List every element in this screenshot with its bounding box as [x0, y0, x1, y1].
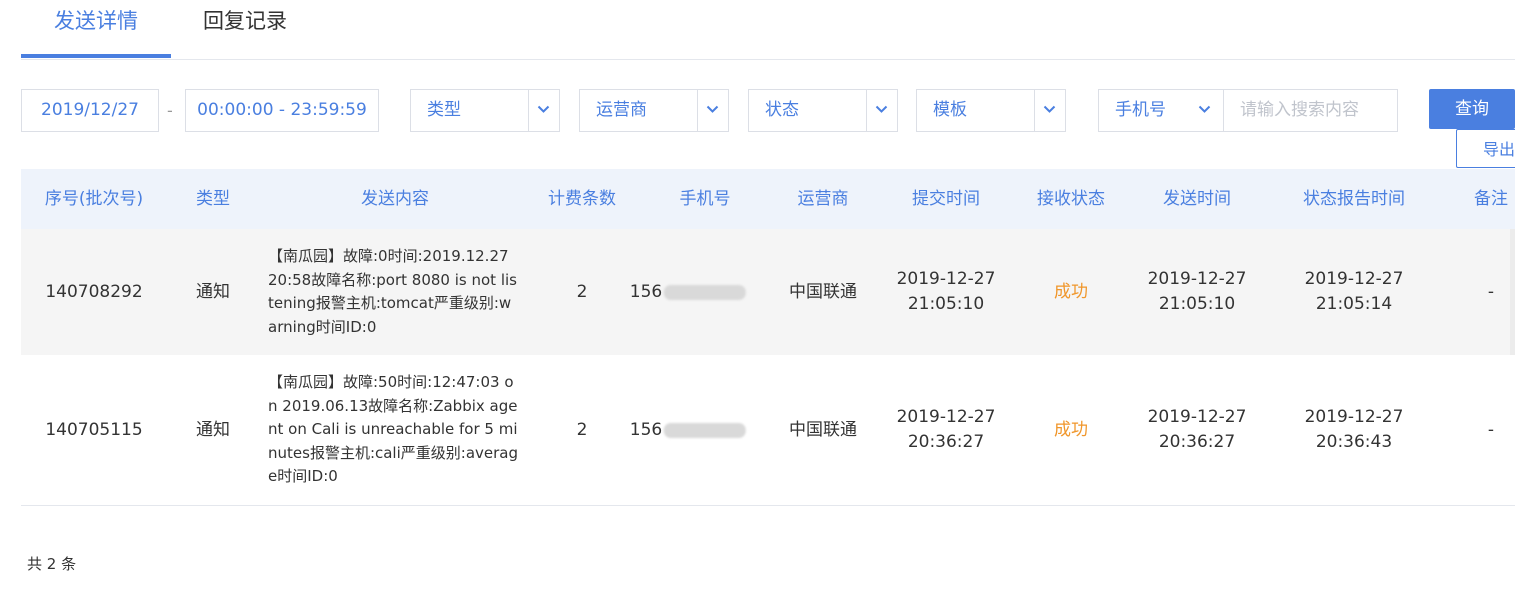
cell-phone: 156 [629, 229, 747, 355]
cell-submit-time: 2019-12-27 21:05:10 [897, 229, 996, 355]
report-time: 20:36:43 [1315, 432, 1393, 452]
cell-id: 140705115 [45, 419, 143, 440]
phone-prefix: 156 [629, 419, 663, 440]
search-field-label: 手机号 [1115, 100, 1166, 120]
search-input[interactable]: 请输入搜索内容 [1223, 89, 1398, 132]
cell-send-time: 2019-12-27 20:36:27 [1148, 355, 1247, 505]
cell-content: 【南瓜园】故障:50时间:12:47:03 on 2019.06.13故障名称:… [268, 355, 520, 505]
submit-date: 2019-12-27 [896, 269, 996, 289]
status-select-label: 状态 [765, 100, 799, 120]
phone-prefix: 156 [629, 281, 663, 302]
cell-id: 140708292 [45, 281, 143, 302]
date-picker[interactable]: 2019/12/27 [21, 89, 159, 132]
cell-content: 【南瓜园】故障:0时间:2019.12.27 20:58故障名称:port 80… [268, 229, 520, 355]
cell-report-time: 2019-12-27 21:05:14 [1305, 229, 1404, 355]
chevron-down-icon[interactable] [866, 90, 897, 131]
search-field-select[interactable]: 手机号 [1098, 89, 1224, 132]
tab-send-detail[interactable]: 发送详情 [21, 0, 171, 58]
chevron-down-icon[interactable] [697, 90, 728, 131]
carrier-select[interactable]: 运营商 [579, 89, 729, 132]
report-time: 21:05:14 [1315, 294, 1393, 314]
cell-count: 2 [576, 419, 588, 440]
report-date: 2019-12-27 [1304, 407, 1404, 427]
time-range-picker[interactable]: 00:00:00 - 23:59:59 [185, 89, 379, 132]
header-count: 计费条数 [548, 189, 616, 209]
cell-content-text: 【南瓜园】故障:50时间:12:47:03 on 2019.06.13故障名称:… [268, 373, 518, 486]
header-content: 发送内容 [361, 189, 429, 209]
cell-carrier: 中国联通 [789, 281, 857, 302]
header-phone: 手机号 [679, 189, 731, 209]
tab-reply-records[interactable]: 回复记录 [203, 0, 287, 58]
send-time: 21:05:10 [1158, 294, 1236, 314]
header-carrier: 运营商 [797, 189, 849, 209]
range-separator: - [167, 101, 173, 120]
cell-remark: - [1487, 419, 1495, 440]
template-select[interactable]: 模板 [916, 89, 1066, 132]
header-type: 类型 [196, 189, 230, 209]
chevron-down-icon [1198, 105, 1211, 113]
chevron-down-icon[interactable] [528, 90, 559, 131]
cell-content-text: 【南瓜园】故障:0时间:2019.12.27 20:58故障名称:port 80… [268, 247, 517, 336]
header-remark: 备注 [1474, 189, 1508, 209]
export-button[interactable]: 导出 [1456, 129, 1515, 168]
scroll-edge-shadow [1510, 229, 1515, 355]
masked-phone [664, 422, 747, 438]
header-report-time: 状态报告时间 [1303, 189, 1405, 209]
status-badge: 成功 [1054, 419, 1088, 440]
type-select-label: 类型 [427, 100, 461, 120]
cell-remark: - [1487, 281, 1495, 302]
table-row[interactable]: 140705115 通知 【南瓜园】故障:50时间:12:47:03 on 20… [21, 355, 1515, 506]
cell-type: 通知 [196, 419, 230, 440]
send-time: 20:36:27 [1158, 432, 1236, 452]
header-submit-time: 提交时间 [912, 189, 980, 209]
cell-send-time: 2019-12-27 21:05:10 [1148, 229, 1247, 355]
status-badge: 成功 [1054, 281, 1088, 302]
cell-report-time: 2019-12-27 20:36:43 [1305, 355, 1404, 505]
submit-time: 20:36:27 [907, 432, 985, 452]
submit-time: 21:05:10 [907, 294, 985, 314]
table-header: 序号(批次号) 类型 发送内容 计费条数 手机号 运营商 提交时间 接收状态 发… [21, 169, 1515, 229]
report-date: 2019-12-27 [1304, 269, 1404, 289]
table-row[interactable]: 140708292 通知 【南瓜园】故障:0时间:2019.12.27 20:5… [21, 229, 1515, 356]
query-button[interactable]: 查询 [1429, 89, 1515, 129]
carrier-select-label: 运营商 [596, 100, 647, 120]
tab-bar: 发送详情 回复记录 [21, 0, 1515, 60]
header-id: 序号(批次号) [44, 189, 144, 209]
total-count: 共 2 条 [27, 555, 77, 573]
cell-phone: 156 [629, 355, 747, 505]
cell-carrier: 中国联通 [789, 419, 857, 440]
type-select[interactable]: 类型 [410, 89, 560, 132]
header-receive-status: 接收状态 [1037, 189, 1105, 209]
status-select[interactable]: 状态 [748, 89, 898, 132]
cell-count: 2 [576, 281, 588, 302]
send-date: 2019-12-27 [1147, 269, 1247, 289]
header-send-time: 发送时间 [1163, 189, 1231, 209]
submit-date: 2019-12-27 [896, 407, 996, 427]
send-date: 2019-12-27 [1147, 407, 1247, 427]
masked-phone [664, 284, 747, 300]
template-select-label: 模板 [933, 100, 967, 120]
cell-submit-time: 2019-12-27 20:36:27 [897, 355, 996, 505]
cell-type: 通知 [196, 281, 230, 302]
chevron-down-icon[interactable] [1034, 90, 1065, 131]
